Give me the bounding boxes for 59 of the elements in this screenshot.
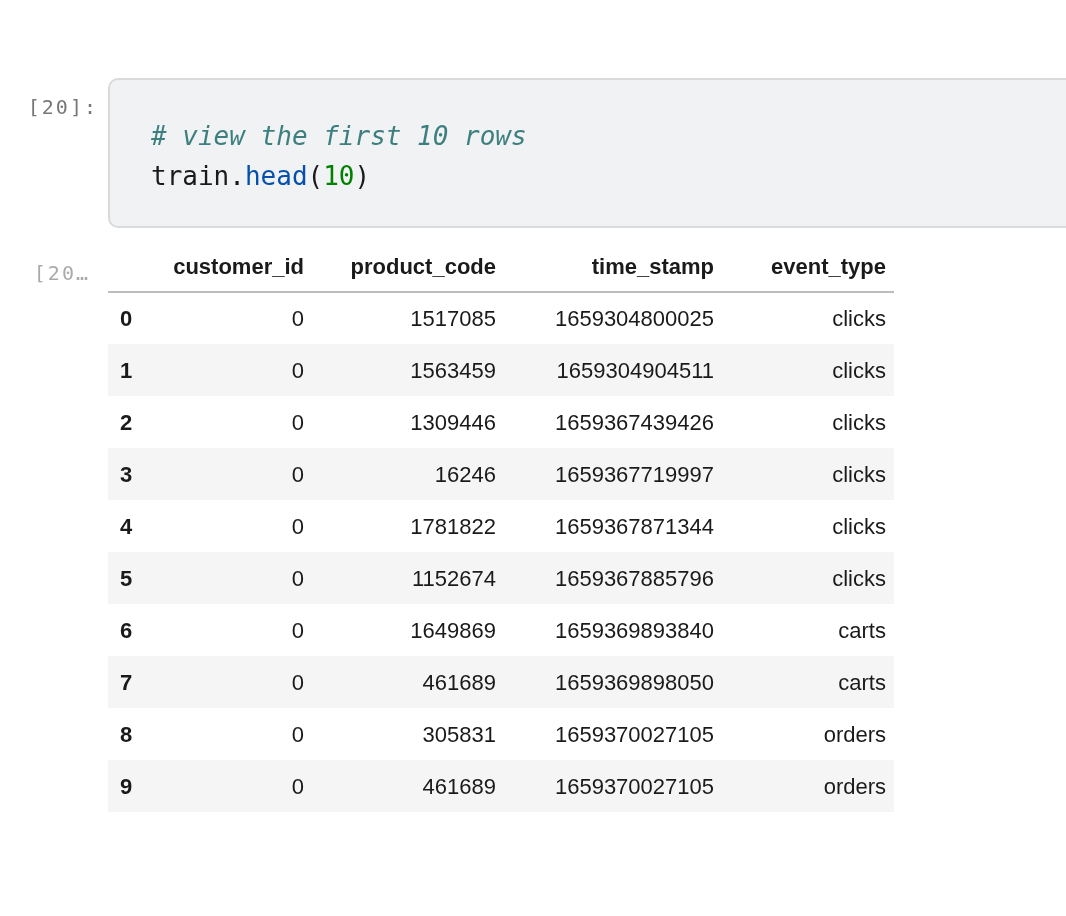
table-cell: 461689 [422,773,496,799]
table-cell: 0 [291,565,304,591]
row-index: 9 [120,773,133,799]
row-index: 7 [120,669,133,695]
table-cell: 0 [291,513,304,539]
table-cell: 1659367439426 [554,409,714,435]
code-line: train.head(10) [151,160,371,193]
row-index: 1 [120,357,133,383]
column-header: event_type [771,254,886,279]
table-cell: 1659367885796 [554,565,714,591]
table-cell: 1659304904511 [556,357,714,383]
table-cell: 0 [291,357,304,383]
table-cell: 1309446 [410,409,496,435]
table-cell: carts [838,617,886,643]
table-cell: 1659367719997 [554,461,714,487]
table-cell: 461689 [422,669,496,695]
table-cell: clicks [832,306,886,331]
table-cell: clicks [832,565,886,591]
row-index: 3 [120,461,133,487]
row-index: 0 [120,306,133,331]
table-cell: 0 [291,617,304,643]
column-header: product_code [350,254,496,279]
table-cell: clicks [832,357,886,383]
table-cell: 1659367871344 [554,513,714,539]
row-index: 2 [120,409,133,435]
table-cell: 0 [291,669,304,695]
code-cell[interactable]: # view the first 10 rows train.head(10) [108,78,1066,228]
table-cell: 1659370027105 [554,721,714,747]
table-cell: orders [823,773,886,799]
output-prompt: [20… [32,260,91,287]
table-cell: 0 [291,461,304,487]
column-header: time_stamp [591,254,714,279]
column-header: customer_id [173,254,304,279]
table-cell: 1659369893840 [554,617,714,643]
row-index: 5 [120,565,133,591]
table-cell: 1152674 [412,565,496,591]
code-line: # view the first 10 rows [151,120,527,153]
table-cell: 0 [291,306,304,331]
input-prompt: [20]: [26,94,99,121]
row-index: 8 [120,721,133,747]
table-cell: orders [823,721,886,747]
row-index: 6 [120,617,133,643]
table-cell: 0 [291,409,304,435]
table-cell: 16246 [434,461,496,487]
table-cell: 1659369898050 [554,669,714,695]
table-cell: 1659370027105 [554,773,714,799]
table-cell: 1781822 [410,513,496,539]
table-cell: 1649869 [410,617,496,643]
table-cell: clicks [832,461,886,487]
table-cell: carts [838,669,886,695]
table-cell: 1517085 [410,306,496,331]
table-cell: clicks [832,513,886,539]
row-index: 4 [120,513,133,539]
table-cell: 305831 [422,721,496,747]
table-cell: 1563459 [410,357,496,383]
table-cell: clicks [832,409,886,435]
table-cell: 1659304800025 [554,306,714,331]
table-cell: 0 [291,721,304,747]
table-cell: 0 [291,773,304,799]
